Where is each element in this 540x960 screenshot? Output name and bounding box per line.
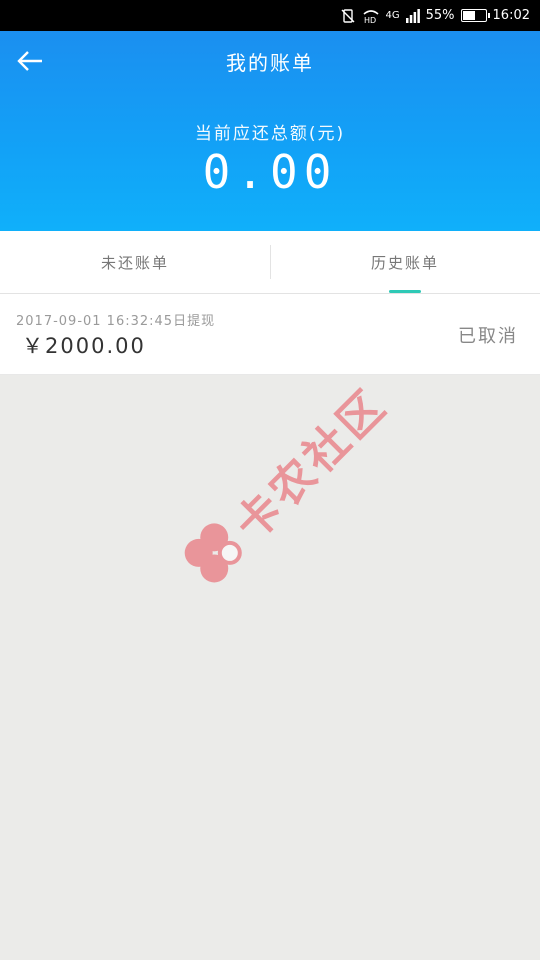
bill-tabs: 未还账单 历史账单 [0,231,540,294]
watermark: 卡农社区 [132,342,429,639]
tab-unpaid-bills[interactable]: 未还账单 [0,231,270,293]
bill-amount: ￥2000.00 [22,334,146,358]
bill-list: 2017-09-01 16:32:45日提现 ￥2000.00 已取消 [0,294,540,375]
bill-date: 2017-09-01 16:32:45日提现 [16,314,216,329]
page-title: 我的账单 [226,51,314,75]
status-bar: HD 4G 55% 16:02 [0,0,540,31]
total-due-amount: 0.00 [202,145,338,199]
bill-status: 已取消 [458,326,518,347]
signal-icon [405,8,420,23]
total-due-label: 当前应还总额(元) [194,124,346,144]
tab-history-bills[interactable]: 历史账单 [270,231,540,293]
vibrate-icon [340,8,356,24]
header: 我的账单 当前应还总额(元) 0.00 [0,31,540,231]
battery-percent: 55% [425,8,455,23]
tab-label: 未还账单 [100,253,169,272]
tab-label: 历史账单 [370,253,439,272]
clock: 16:02 [492,8,530,23]
watermark-text: 卡农社区 [225,378,398,551]
hd-call-icon: HD [362,8,380,24]
bill-item[interactable]: 2017-09-01 16:32:45日提现 ￥2000.00 已取消 [0,294,540,375]
svg-text:HD: HD [364,16,376,24]
network-type: 4G [385,10,400,21]
active-tab-indicator [389,290,421,293]
battery-icon [460,9,490,22]
